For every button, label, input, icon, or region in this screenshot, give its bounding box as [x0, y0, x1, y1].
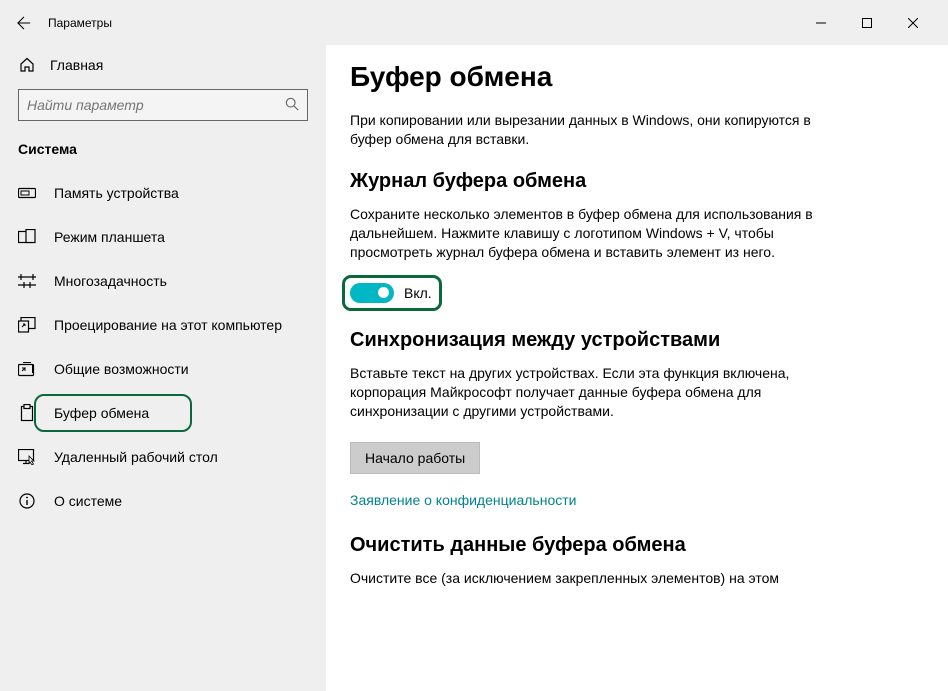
toggle-state-label: Вкл.: [404, 285, 432, 301]
history-toggle-wrap: Вкл.: [350, 283, 432, 303]
sidebar-item-about[interactable]: О системе: [0, 479, 326, 523]
sidebar-item-clipboard[interactable]: Буфер обмена: [0, 391, 326, 435]
content-area: Буфер обмена При копировании или вырезан…: [326, 45, 948, 691]
history-toggle[interactable]: [350, 283, 394, 303]
projecting-icon: [18, 316, 36, 334]
search-box[interactable]: [18, 89, 308, 121]
sidebar-item-label: Проецирование на этот компьютер: [54, 317, 282, 333]
sidebar-item-projecting[interactable]: Проецирование на этот компьютер: [0, 303, 326, 347]
privacy-link[interactable]: Заявление о конфиденциальности: [350, 492, 576, 508]
info-icon: [18, 492, 36, 510]
multitasking-icon: [18, 272, 36, 290]
sidebar-item-label: Режим планшета: [54, 229, 165, 245]
sync-section-title: Синхронизация между устройствами: [350, 329, 918, 352]
sync-description: Вставьте текст на других устройствах. Ес…: [350, 364, 850, 422]
sidebar-item-label: Память устройства: [54, 185, 179, 201]
clear-section-title: Очистить данные буфера обмена: [350, 534, 918, 557]
window-title: Параметры: [48, 16, 112, 30]
arrow-left-icon: [17, 16, 31, 30]
shared-icon: [18, 360, 36, 378]
home-label: Главная: [50, 57, 103, 73]
remote-desktop-icon: [18, 448, 36, 466]
clipboard-icon: [18, 404, 36, 422]
storage-icon: [18, 184, 36, 202]
sidebar-item-tablet-mode[interactable]: Режим планшета: [0, 215, 326, 259]
settings-window: Параметры Главная: [0, 0, 948, 691]
minimize-button[interactable]: [798, 8, 844, 38]
sidebar-item-shared-experiences[interactable]: Общие возможности: [0, 347, 326, 391]
sync-start-button[interactable]: Начало работы: [350, 442, 480, 474]
search-icon: [285, 97, 299, 114]
clear-description: Очистите все (за исключением закрепленны…: [350, 569, 850, 588]
category-label: Система: [0, 133, 326, 165]
toggle-knob: [378, 287, 389, 298]
sidebar-item-label: Общие возможности: [54, 361, 189, 377]
minimize-icon: [816, 18, 826, 28]
sidebar: Главная Система Память устройства: [0, 45, 326, 691]
history-section-title: Журнал буфера обмена: [350, 170, 918, 193]
search-input[interactable]: [27, 97, 285, 113]
sidebar-item-storage[interactable]: Память устройства: [0, 171, 326, 215]
history-description: Сохраните несколько элементов в буфер об…: [350, 205, 850, 263]
sidebar-item-multitasking[interactable]: Многозадачность: [0, 259, 326, 303]
sidebar-item-remote-desktop[interactable]: Удаленный рабочий стол: [0, 435, 326, 479]
home-icon: [18, 56, 36, 74]
window-controls: [798, 8, 936, 38]
titlebar: Параметры: [0, 0, 948, 45]
home-link[interactable]: Главная: [0, 45, 326, 85]
close-icon: [908, 18, 918, 28]
sidebar-nav: Память устройства Режим планшета Многоза…: [0, 171, 326, 523]
page-title: Буфер обмена: [350, 61, 918, 93]
intro-text: При копировании или вырезании данных в W…: [350, 111, 850, 150]
close-button[interactable]: [890, 8, 936, 38]
sidebar-item-label: Удаленный рабочий стол: [54, 449, 218, 465]
tablet-icon: [18, 228, 36, 246]
maximize-button[interactable]: [844, 8, 890, 38]
sidebar-item-label: Буфер обмена: [54, 405, 149, 421]
back-button[interactable]: [12, 11, 36, 35]
sidebar-item-label: О системе: [54, 493, 122, 509]
maximize-icon: [862, 18, 872, 28]
sidebar-item-label: Многозадачность: [54, 273, 167, 289]
